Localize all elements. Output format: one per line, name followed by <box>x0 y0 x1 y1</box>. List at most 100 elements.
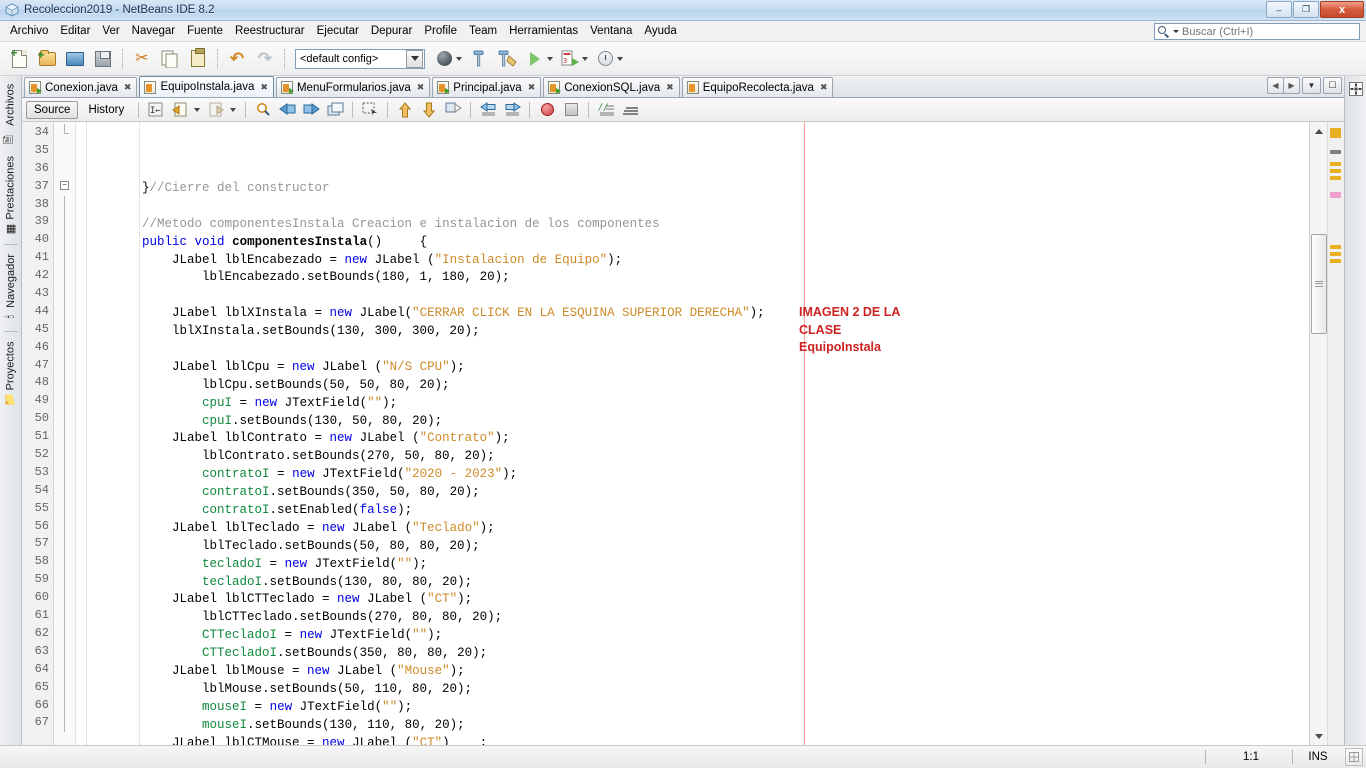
scrollbar-thumb[interactable] <box>1311 234 1327 334</box>
code-line[interactable]: CTTecladoI = new JTextField(""); <box>76 627 1309 645</box>
run-main-project-button[interactable] <box>522 46 548 72</box>
tab-history[interactable]: History <box>80 101 132 119</box>
search-input[interactable] <box>1182 25 1359 38</box>
code-line[interactable] <box>76 341 1309 359</box>
code-line[interactable]: JLabel lblTeclado = new JLabel ("Teclado… <box>76 520 1309 538</box>
undo-button[interactable]: ↶ <box>224 46 250 72</box>
tab-conexion-java[interactable]: Conexion.java ✖ <box>24 77 138 97</box>
clean-and-build-button[interactable] <box>466 46 492 72</box>
tab-menuformularios-java[interactable]: MenuFormularios.java ✖ <box>275 77 431 97</box>
source-code-text[interactable]: IMAGEN 2 DE LA CLASE EquipoInstala }//Ci… <box>76 122 1309 745</box>
code-line[interactable]: tecladoI = new JTextField(""); <box>76 556 1309 574</box>
code-line[interactable] <box>76 287 1309 305</box>
menu-profile[interactable]: Profile <box>418 23 463 39</box>
minimize-button[interactable]: – <box>1266 1 1292 18</box>
shift-line-left-button[interactable] <box>477 100 499 120</box>
code-line[interactable]: lblXInstala.setBounds(130, 300, 300, 20)… <box>76 323 1309 341</box>
close-icon[interactable]: ✖ <box>526 82 536 93</box>
error-stripe-mark[interactable] <box>1330 150 1341 154</box>
tab-equipoinstala-java[interactable]: EquipoInstala.java ✖ <box>139 76 274 97</box>
code-line[interactable]: contratoI.setBounds(350, 50, 80, 20); <box>76 484 1309 502</box>
close-icon[interactable]: ✖ <box>664 82 674 93</box>
error-stripe-mark[interactable] <box>1330 176 1341 180</box>
chevron-down-icon[interactable] <box>1173 30 1179 33</box>
redo-button[interactable]: ↷ <box>252 46 278 72</box>
code-line[interactable] <box>76 198 1309 216</box>
menu-archivo[interactable]: Archivo <box>4 23 54 39</box>
shift-line-right-button[interactable] <box>501 100 523 120</box>
scroll-up-button[interactable] <box>1312 124 1326 138</box>
menu-team[interactable]: Team <box>463 23 503 39</box>
code-line[interactable]: lblContrato.setBounds(270, 50, 80, 20); <box>76 448 1309 466</box>
maximize-editor-button[interactable]: ☐ <box>1323 77 1342 94</box>
code-line[interactable]: JLabel lblEncabezado = new JLabel ("Inst… <box>76 252 1309 270</box>
save-all-button[interactable] <box>90 46 116 72</box>
error-stripe-mark[interactable] <box>1330 169 1341 173</box>
close-icon[interactable]: ✖ <box>258 82 268 93</box>
scroll-down-button[interactable] <box>1312 729 1326 743</box>
search-box[interactable] <box>1154 23 1360 40</box>
menu-navegar[interactable]: Navegar <box>126 23 181 39</box>
code-line[interactable]: mouseI = new JTextField(""); <box>76 699 1309 717</box>
error-stripe[interactable] <box>1328 122 1344 745</box>
code-line[interactable]: lblMouse.setBounds(50, 110, 80, 20); <box>76 681 1309 699</box>
sidebar-item-prestaciones[interactable]: ▦ Prestaciones <box>2 152 19 240</box>
tab-principal-java[interactable]: Principal.java ✖ <box>432 77 542 97</box>
collapse-fold-icon[interactable]: − <box>60 181 69 191</box>
new-file-button[interactable]: + <box>6 46 32 72</box>
close-icon[interactable]: ✖ <box>415 82 425 93</box>
menu-ejecutar[interactable]: Ejecutar <box>311 23 365 39</box>
menu-ver[interactable]: Ver <box>96 23 125 39</box>
project-config-combobox[interactable]: <default config> <box>295 48 425 69</box>
code-line[interactable]: cpuI.setBounds(130, 50, 80, 20); <box>76 413 1309 431</box>
find-previous-button[interactable] <box>276 100 298 120</box>
code-line[interactable]: lblCpu.setBounds(50, 50, 80, 20); <box>76 377 1309 395</box>
menu-fuente[interactable]: Fuente <box>181 23 229 39</box>
code-line[interactable]: lblEncabezado.setBounds(180, 1, 180, 20)… <box>76 269 1309 287</box>
debug-main-project-button[interactable]: 3 <box>557 46 583 72</box>
code-line[interactable]: lblTeclado.setBounds(50, 80, 80, 20); <box>76 538 1309 556</box>
menu-ventana[interactable]: Ventana <box>584 23 638 39</box>
new-project-button[interactable]: + <box>34 46 60 72</box>
code-line[interactable]: tecladoI.setBounds(130, 80, 80, 20); <box>76 574 1309 592</box>
error-stripe-mark[interactable] <box>1330 245 1341 249</box>
find-next-button[interactable] <box>300 100 322 120</box>
close-icon[interactable]: ✖ <box>122 82 132 93</box>
last-edit-button[interactable]: I← <box>145 100 167 120</box>
sidebar-item-archivos[interactable]: 🗎 Archivos <box>0 80 22 152</box>
error-stripe-mark[interactable] <box>1330 162 1341 166</box>
stop-button[interactable] <box>560 100 582 120</box>
close-button[interactable]: x <box>1320 1 1364 18</box>
tab-source[interactable]: Source <box>26 100 79 119</box>
toggle-breakpoint-button[interactable] <box>536 100 558 120</box>
maximize-button[interactable]: ❐ <box>1293 1 1319 18</box>
chevron-down-icon[interactable] <box>194 107 201 112</box>
code-line[interactable]: }//Cierre del constructor <box>76 180 1309 198</box>
paste-button[interactable] <box>185 46 211 72</box>
code-line[interactable]: public void componentesInstala() { <box>76 234 1309 252</box>
chevron-down-icon[interactable] <box>230 107 237 112</box>
code-line[interactable]: cpuI = new JTextField(""); <box>76 395 1309 413</box>
error-stripe-mark[interactable] <box>1330 128 1341 138</box>
cut-button[interactable]: ✂ <box>129 46 155 72</box>
menu-herramientas[interactable]: Herramientas <box>503 23 584 39</box>
menu-reestructurar[interactable]: Reestructurar <box>229 23 311 39</box>
code-line[interactable]: contratoI = new JTextField("2020 - 2023"… <box>76 466 1309 484</box>
scroll-tabs-right-button[interactable]: ▶ <box>1283 77 1300 94</box>
toggle-rectangular-selection-button[interactable] <box>359 100 381 120</box>
vertical-scrollbar[interactable] <box>1310 122 1328 745</box>
next-bookmark-button[interactable] <box>205 100 227 120</box>
menu-editar[interactable]: Editar <box>54 23 96 39</box>
code-line[interactable]: JLabel lblMouse = new JLabel ("Mouse"); <box>76 663 1309 681</box>
uncomment-button[interactable] <box>619 100 641 120</box>
close-icon[interactable]: ✖ <box>818 82 828 93</box>
comment-button[interactable]: // <box>595 100 617 120</box>
tab-equiporecolecta-java[interactable]: EquipoRecolecta.java ✖ <box>681 77 834 97</box>
build-main-project-button[interactable] <box>431 46 457 72</box>
scroll-tabs-left-button[interactable]: ◀ <box>1267 77 1284 94</box>
palette-icon[interactable] <box>1348 82 1363 99</box>
find-selection-button[interactable] <box>252 100 274 120</box>
tab-list-button[interactable]: ▼ <box>1302 77 1321 94</box>
code-line[interactable]: //Metodo componentesInstala Creacion e i… <box>76 216 1309 234</box>
menu-depurar[interactable]: Depurar <box>365 23 419 39</box>
